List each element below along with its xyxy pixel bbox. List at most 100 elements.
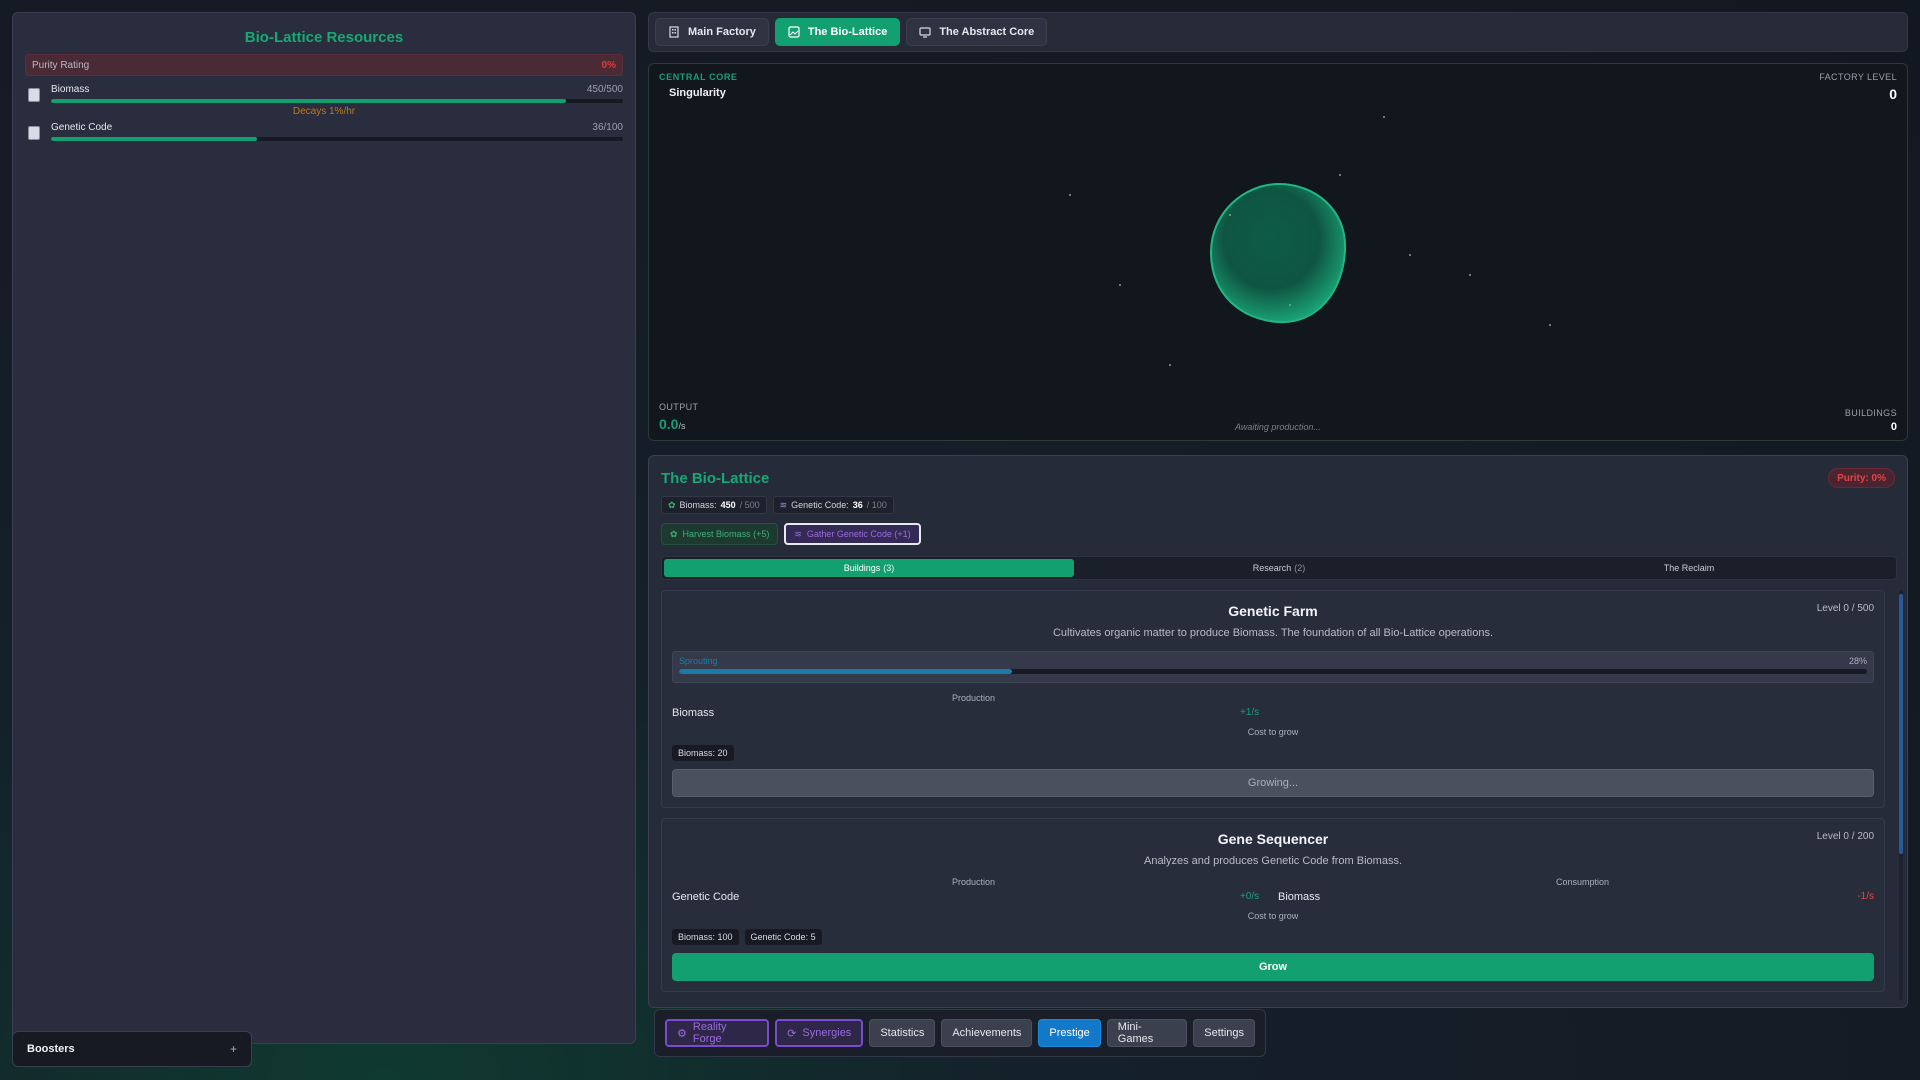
- production-heading: Production: [952, 877, 996, 887]
- star-particle: [1549, 324, 1551, 326]
- purity-rating-label: Purity Rating: [32, 59, 90, 71]
- panel-title: The Bio-Lattice: [661, 470, 770, 487]
- output-label: OUTPUT: [659, 402, 699, 412]
- purity-rating-value: 0%: [601, 59, 616, 71]
- achievements-button[interactable]: Achievements: [941, 1019, 1033, 1047]
- star-particle: [1069, 194, 1071, 196]
- resource-value: 450/500: [586, 84, 623, 95]
- growing-button[interactable]: Growing...: [672, 769, 1874, 797]
- resource-row-genetic-code: Genetic Code 36/100: [25, 122, 623, 152]
- building-icon: [669, 26, 679, 38]
- list-scrollbar[interactable]: [1899, 590, 1903, 1000]
- consumption-resource: Biomass: [1278, 891, 1321, 903]
- production-rate: +1/s: [1240, 707, 1260, 718]
- synergies-button[interactable]: ⟳ Synergies: [775, 1019, 864, 1047]
- dna-icon: ≋: [794, 528, 802, 539]
- tab-the-reclaim[interactable]: The Reclaim: [1484, 559, 1894, 577]
- purity-rating-row: Purity Rating 0%: [25, 54, 623, 76]
- grow-button[interactable]: Grow: [672, 953, 1874, 981]
- bio-subtabs: Buildings (3) Research (2) The Reclaim: [661, 556, 1897, 580]
- harvest-biomass-button[interactable]: ✿ Harvest Biomass (+5): [661, 523, 779, 545]
- cost-chip: Biomass: 20: [672, 745, 734, 761]
- biomass-chip: ✿ Biomass: 450/ 500: [661, 496, 767, 514]
- growth-progress: Sprouting 28%: [672, 651, 1874, 683]
- singularity-orb: [1209, 182, 1347, 324]
- cost-heading: Cost to grow: [1247, 911, 1299, 921]
- star-particle: [1289, 304, 1291, 306]
- resource-value: 36/100: [592, 122, 623, 133]
- mini-games-button[interactable]: Mini-Games: [1106, 1019, 1188, 1047]
- tab-label: The Bio-Lattice: [807, 26, 888, 38]
- cycle-icon: ⟳: [787, 1027, 797, 1040]
- resources-panel: Bio-Lattice Resources Purity Rating 0% B…: [12, 12, 636, 1044]
- tab-abstract-core[interactable]: The Abstract Core: [906, 18, 1048, 46]
- tab-buildings[interactable]: Buildings (3): [664, 559, 1074, 577]
- leaf-icon: ✿: [668, 499, 676, 510]
- resource-name: Genetic Code: [51, 122, 113, 133]
- growth-bar-fill: [679, 669, 1012, 674]
- production-heading: Production: [952, 693, 996, 703]
- cost-heading: Cost to grow: [1247, 727, 1299, 737]
- central-core-view: CENTRAL CORE Singularity FACTORY LEVEL 0…: [648, 63, 1908, 441]
- genetic-code-chip: ≋ Genetic Code: 36/ 100: [772, 496, 894, 514]
- tab-main-factory[interactable]: Main Factory: [655, 18, 769, 46]
- building-card-genetic-farm: Genetic Farm Level 0 / 500 Cultivates or…: [661, 590, 1885, 808]
- tab-label: Main Factory: [688, 26, 756, 38]
- production-rate: +0/s: [1240, 891, 1260, 902]
- building-level: Level 0 / 500: [1816, 603, 1874, 614]
- cost-chip: Genetic Code: 5: [744, 929, 822, 945]
- broken-image-icon: [28, 126, 40, 140]
- star-particle: [1229, 214, 1231, 216]
- reality-forge-button[interactable]: ⚙ Reality Forge: [665, 1019, 770, 1047]
- monitor-icon: [919, 27, 931, 38]
- consumption-rate: -1/s: [1857, 891, 1874, 902]
- realm-tabs: Main Factory The Bio-Lattice The Abstrac…: [648, 12, 1908, 52]
- settings-button[interactable]: Settings: [1193, 1019, 1255, 1047]
- bio-lattice-panel: The Bio-Lattice Purity: 0% ✿ Biomass: 450…: [648, 455, 1908, 1008]
- production-resource: Biomass: [672, 707, 715, 719]
- buildings-label: BUILDINGS: [1844, 408, 1897, 418]
- star-particle: [1169, 364, 1171, 366]
- tab-label: The Abstract Core: [939, 26, 1035, 38]
- dna-icon: ≋: [779, 499, 788, 510]
- factory-level-label: FACTORY LEVEL: [1819, 72, 1897, 82]
- buildings-value: 0: [1890, 421, 1897, 433]
- star-particle: [1119, 284, 1121, 286]
- growth-percent: 28%: [1848, 656, 1867, 666]
- prestige-button[interactable]: Prestige: [1038, 1019, 1101, 1047]
- leaf-icon: ✿: [670, 528, 678, 539]
- resource-row-biomass: Biomass 450/500: [25, 84, 623, 114]
- gear-icon: ⚙: [677, 1027, 687, 1040]
- factory-level-value: 0: [1889, 86, 1897, 102]
- boosters-toggle[interactable]: Boosters +: [12, 1031, 252, 1067]
- star-particle: [1383, 116, 1385, 118]
- resource-bar: [51, 99, 623, 103]
- growth-stage-label: Sprouting: [679, 656, 718, 666]
- expand-plus-icon: +: [229, 1042, 237, 1056]
- tab-research[interactable]: Research (2): [1074, 559, 1484, 577]
- building-description: Analyzes and produces Genetic Code from …: [1143, 855, 1403, 867]
- awaiting-production-text: Awaiting production...: [1235, 422, 1321, 432]
- boosters-label: Boosters: [27, 1043, 75, 1055]
- resources-title: Bio-Lattice Resources: [244, 29, 404, 46]
- star-particle: [1469, 274, 1471, 276]
- building-title: Gene Sequencer: [1217, 831, 1329, 847]
- building-list[interactable]: Genetic Farm Level 0 / 500 Cultivates or…: [661, 590, 1885, 1000]
- star-particle: [1409, 254, 1411, 256]
- tab-bio-lattice[interactable]: The Bio-Lattice: [774, 18, 901, 46]
- building-level: Level 0 / 200: [1816, 831, 1874, 842]
- consumption-heading: Consumption: [1556, 877, 1610, 887]
- resource-name: Biomass: [51, 84, 90, 95]
- purity-badge: Purity: 0%: [1828, 468, 1895, 488]
- image-icon: [788, 26, 800, 38]
- cost-chip: Biomass: 100: [672, 929, 739, 945]
- building-title: Genetic Farm: [1228, 603, 1318, 619]
- statistics-button[interactable]: Statistics: [869, 1019, 936, 1047]
- star-particle: [1339, 174, 1341, 176]
- core-name: Singularity: [669, 87, 726, 99]
- gather-genetic-code-button[interactable]: ≋ Gather Genetic Code (+1): [784, 523, 921, 545]
- core-label: CENTRAL CORE: [659, 72, 738, 82]
- resource-bar: [51, 137, 623, 141]
- production-resource: Genetic Code: [672, 891, 740, 903]
- bottom-nav: ⚙ Reality Forge ⟳ Synergies Statistics A…: [654, 1009, 1266, 1057]
